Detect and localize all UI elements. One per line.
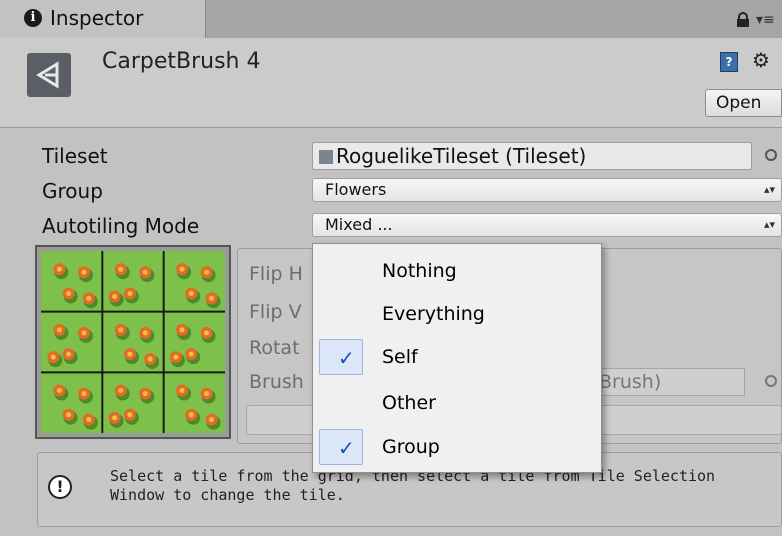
menu-item-label: Self — [382, 346, 418, 368]
flower-center — [66, 412, 72, 418]
flower-center — [204, 269, 210, 275]
check-box — [319, 253, 363, 289]
checkmark-icon: ✓ — [338, 346, 355, 370]
group-value: Flowers — [325, 180, 387, 199]
flower-center — [118, 388, 124, 394]
checkmark-icon: ✓ — [338, 436, 355, 460]
flower-center — [209, 417, 215, 423]
tileset-asset-icon — [319, 150, 333, 164]
flower-center — [81, 391, 87, 397]
tab-label: Inspector — [50, 6, 144, 30]
autotiling-mode-label: Autotiling Mode — [42, 214, 200, 238]
flower-center — [188, 412, 194, 418]
tileset-value: RoguelikeTileset (Tileset) — [336, 144, 587, 168]
flower-center — [66, 351, 72, 357]
menu-item-label: Nothing — [382, 260, 457, 282]
menu-item-everything[interactable]: Everything — [313, 294, 601, 334]
flower-center — [204, 391, 210, 397]
tile-preview-grid[interactable] — [35, 245, 231, 439]
flower-center — [142, 391, 148, 397]
popup-arrows-icon: ▴▾ — [763, 218, 775, 231]
menu-item-self[interactable]: ✓ Self — [313, 337, 601, 377]
flower-center — [127, 412, 133, 418]
flower-center — [50, 354, 56, 360]
menu-item-label: Everything — [382, 303, 485, 325]
flower-center — [147, 356, 153, 362]
popup-arrows-icon: ▴▾ — [763, 183, 775, 196]
unity-logo-icon — [27, 53, 71, 97]
tile-grid-image[interactable] — [41, 251, 225, 433]
rotate-label: Rotat — [249, 337, 300, 359]
flip-horizontal-label: Flip H — [249, 263, 303, 285]
tab-inspector[interactable]: i Inspector — [0, 0, 206, 38]
flower-center — [112, 294, 118, 299]
tileset-field[interactable]: RoguelikeTileset (Tileset) — [312, 142, 752, 170]
asset-name: CarpetBrush 4 — [102, 49, 261, 74]
flower-center — [118, 327, 124, 333]
menu-item-group[interactable]: ✓ Group — [313, 427, 601, 467]
flower-center — [118, 266, 124, 272]
gear-icon[interactable]: ⚙ — [752, 48, 770, 72]
flower-center — [209, 295, 215, 301]
open-button[interactable]: Open — [705, 89, 782, 117]
flower-center — [127, 290, 133, 296]
object-picker-icon[interactable] — [765, 375, 777, 387]
flower-center — [81, 330, 87, 336]
flower-center — [188, 290, 194, 296]
flower-center — [142, 269, 148, 275]
brush-label: Brush — [249, 371, 304, 393]
menu-item-label: Other — [382, 392, 436, 414]
flower-center — [56, 327, 62, 333]
help-book-icon[interactable]: ? — [720, 52, 738, 72]
flower-center — [86, 295, 92, 301]
check-box: ✓ — [319, 429, 363, 465]
brush-field[interactable]: Brush) — [595, 368, 745, 396]
flower-center — [173, 354, 179, 360]
info-exclamation-icon: ! — [48, 475, 72, 499]
autotiling-mode-dropdown: Nothing Everything ✓ Self Other ✓ Group — [312, 243, 602, 473]
flower-center — [56, 266, 62, 272]
flower-center — [81, 269, 87, 275]
flower-center — [112, 415, 118, 421]
check-box: ✓ — [319, 339, 363, 375]
menu-item-other[interactable]: Other — [313, 383, 601, 423]
group-label: Group — [42, 179, 103, 203]
tileset-label: Tileset — [42, 144, 108, 168]
object-picker-icon[interactable] — [765, 149, 777, 161]
flower-center — [86, 417, 92, 423]
menu-item-label: Group — [382, 436, 440, 458]
flower-center — [204, 330, 210, 336]
flower-center — [56, 388, 62, 394]
check-box — [319, 385, 363, 421]
autotiling-mode-value: Mixed ... — [325, 215, 393, 234]
autotiling-mode-popup[interactable]: Mixed ... ▴▾ — [312, 213, 782, 237]
info-icon: i — [24, 9, 42, 27]
flower-center — [127, 351, 133, 357]
menu-item-nothing[interactable]: Nothing — [313, 251, 601, 291]
flip-vertical-label: Flip V — [249, 301, 302, 323]
flower-center — [142, 330, 148, 336]
lock-icon[interactable] — [735, 12, 751, 28]
flower-center — [179, 388, 185, 394]
flower-center — [179, 327, 185, 333]
flower-center — [66, 290, 72, 296]
flower-center — [179, 266, 185, 272]
flower-center — [188, 351, 194, 357]
group-popup[interactable]: Flowers ▴▾ — [312, 178, 782, 202]
menu-icon[interactable]: ▾≡ — [756, 12, 782, 28]
check-box — [319, 296, 363, 332]
